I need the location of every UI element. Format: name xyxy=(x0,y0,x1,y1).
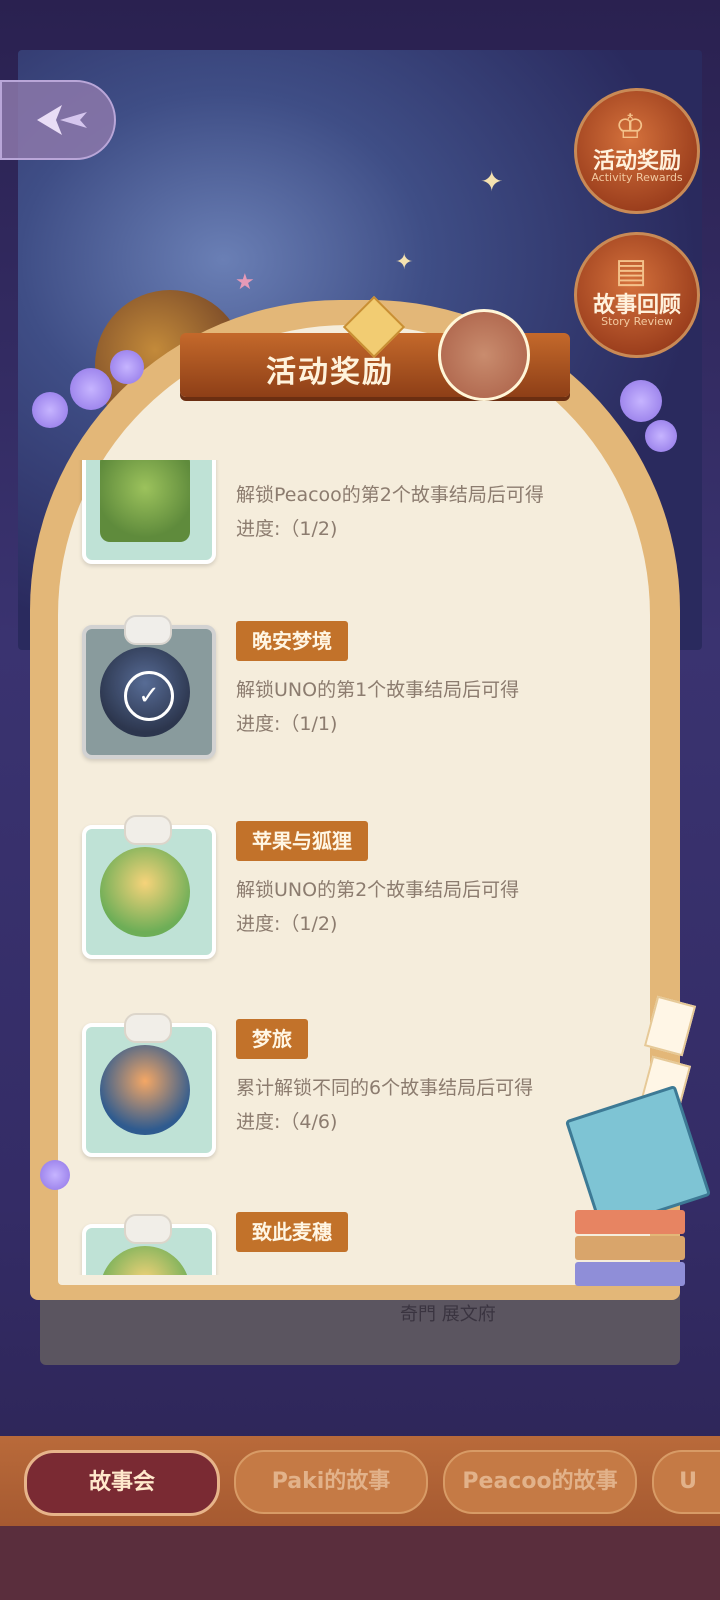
glow-orb-icon xyxy=(438,309,530,401)
flower-decoration xyxy=(32,392,68,428)
reward-desc: 累计解锁不同的6个故事结局后可得 xyxy=(236,1077,534,1099)
flower-decoration xyxy=(70,368,112,410)
story-review-sublabel: Story Review xyxy=(601,315,673,328)
flower-decoration xyxy=(645,420,677,452)
reward-icon-outfit[interactable] xyxy=(82,460,216,564)
reward-icon-dream-journey[interactable] xyxy=(82,1013,216,1157)
gift-bow-icon xyxy=(124,615,172,645)
tab-label: Peacoo的故事 xyxy=(462,1469,618,1494)
crown-icon: ♔ xyxy=(615,107,646,147)
reward-item[interactable]: 解锁Peacoo的第2个故事结局后可得 进度:（1/2) xyxy=(58,460,650,610)
reward-progress: 进度:（1/1) xyxy=(236,713,338,735)
reward-icon-wheat[interactable] xyxy=(82,1214,216,1275)
tab-label: U xyxy=(679,1469,697,1494)
panel-base-text: 奇門 展文府 xyxy=(400,1304,496,1325)
reward-item[interactable]: 梦旅 累计解锁不同的6个故事结局后可得 进度:（4/6) xyxy=(58,1013,650,1193)
gift-bow-icon xyxy=(124,1013,172,1043)
reward-name-tag: 晚安梦境 xyxy=(236,621,348,661)
back-arrow-icon xyxy=(37,105,87,135)
apple-fox-art xyxy=(100,847,190,937)
tab-label: Paki的故事 xyxy=(271,1469,391,1494)
reward-item[interactable]: 苹果与狐狸 解锁UNO的第2个故事结局后可得 进度:（1/2) xyxy=(58,815,650,995)
dream-journey-art xyxy=(100,1045,190,1135)
panel-title: 活动奖励 xyxy=(266,355,394,390)
check-icon: ✓ xyxy=(124,671,174,721)
reward-item[interactable]: 致此麦穗 xyxy=(58,1212,650,1275)
book-icon: ▤ xyxy=(615,251,648,291)
reward-progress: 进度:（4/6) xyxy=(236,1111,338,1133)
reward-desc: 解锁UNO的第1个故事结局后可得 xyxy=(236,679,520,701)
reward-name-tag: 致此麦穗 xyxy=(236,1212,348,1252)
tab-label: 故事会 xyxy=(88,1470,155,1495)
flower-decoration xyxy=(110,350,144,384)
reward-name-tag: 苹果与狐狸 xyxy=(236,821,368,861)
reward-desc: 解锁UNO的第2个故事结局后可得 xyxy=(236,879,520,901)
tab-uno-story[interactable]: U xyxy=(652,1450,720,1514)
star-decoration: ★ xyxy=(235,270,255,295)
flower-decoration xyxy=(620,380,662,422)
gift-bow-icon xyxy=(124,815,172,845)
reward-icon-apple-and-fox[interactable] xyxy=(82,815,216,959)
reward-name-tag: 梦旅 xyxy=(236,1019,308,1059)
tab-peacoo-story[interactable]: Peacoo的故事 xyxy=(443,1450,637,1514)
activity-rewards-button[interactable]: ♔ 活动奖励 Activity Rewards xyxy=(574,88,700,214)
activity-rewards-sublabel: Activity Rewards xyxy=(591,171,683,184)
back-button[interactable] xyxy=(0,80,116,160)
reward-list[interactable]: 解锁Peacoo的第2个故事结局后可得 进度:（1/2) ✓ 晚安梦境 解锁UN… xyxy=(58,460,650,1275)
reward-progress: 进度:（1/2) xyxy=(236,913,338,935)
bottom-tab-bar: 故事会 Paki的故事 Peacoo的故事 U xyxy=(0,1436,720,1600)
reward-icon-goodnight-dream[interactable]: ✓ xyxy=(82,615,216,759)
wheat-art xyxy=(100,1246,190,1275)
outfit-art xyxy=(100,460,190,542)
story-review-button[interactable]: ▤ 故事回顾 Story Review xyxy=(574,232,700,358)
reward-desc: 解锁Peacoo的第2个故事结局后可得 xyxy=(236,484,544,506)
tab-paki-story[interactable]: Paki的故事 xyxy=(234,1450,428,1514)
star-decoration: ✦ xyxy=(395,250,414,275)
star-decoration: ✦ xyxy=(480,165,504,198)
book-stack-decoration xyxy=(575,1210,693,1310)
reward-item[interactable]: ✓ 晚安梦境 解锁UNO的第1个故事结局后可得 进度:（1/1) xyxy=(58,615,650,795)
panel-title-ribbon: 活动奖励 xyxy=(180,295,570,415)
tab-story-meeting[interactable]: 故事会 xyxy=(24,1450,220,1516)
reward-progress: 进度:（1/2) xyxy=(236,518,338,540)
gift-bow-icon xyxy=(124,1214,172,1244)
